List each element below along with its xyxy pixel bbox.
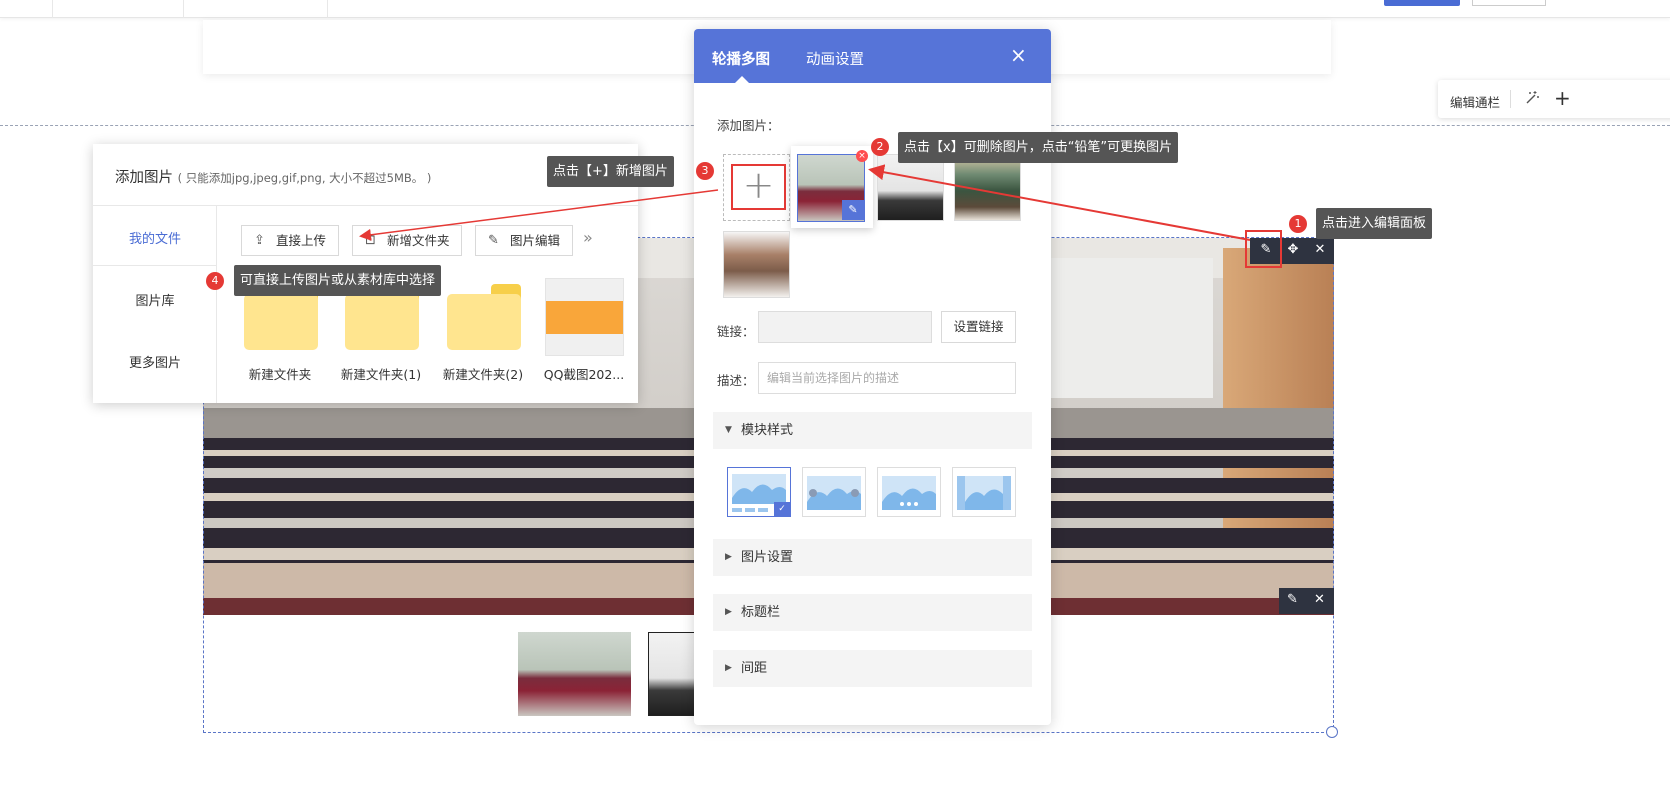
image-edit-button[interactable]: ✎ 图片编辑 xyxy=(475,225,573,256)
magic-wand-icon[interactable] xyxy=(1524,90,1540,110)
active-tab-indicator xyxy=(735,76,749,83)
carousel-thumbnail[interactable] xyxy=(648,632,696,716)
annotation-tooltip-2: 点击【x】可删除图片，点击“铅笔”可更换图片 xyxy=(898,132,1179,163)
button-label: 新增文件夹 xyxy=(387,233,450,248)
tab-animation-settings[interactable]: 动画设置 xyxy=(806,48,864,69)
sidebar-item-my-files[interactable]: 我的文件 xyxy=(93,228,217,247)
file-name: 新建文件夹(2) xyxy=(442,367,524,382)
top-primary-button[interactable] xyxy=(1384,0,1460,6)
carousel-thumbnail[interactable] xyxy=(518,632,631,716)
move-icon[interactable]: ✥ xyxy=(1279,242,1307,257)
image-file-item[interactable] xyxy=(545,278,624,356)
set-link-button[interactable]: 设置链接 xyxy=(941,311,1016,343)
panel-title: 添加图片 xyxy=(115,170,173,186)
file-name: 新建文件夹 xyxy=(248,367,312,382)
close-icon[interactable]: × xyxy=(1010,43,1027,67)
add-image-slot[interactable]: + xyxy=(723,154,790,221)
tab-carousel-images[interactable]: 轮播多图 xyxy=(712,48,770,69)
panel-subtitle: ( 只能添加jpg,jpeg,gif,png, 大小不超过5MB。 ) xyxy=(177,171,432,185)
style-option-1[interactable]: ✓ xyxy=(727,467,791,517)
sidebar-item-more-images[interactable]: 更多图片 xyxy=(93,352,217,371)
folder-item[interactable] xyxy=(447,284,521,350)
style-option-3[interactable] xyxy=(877,467,941,517)
plus-icon[interactable]: + xyxy=(731,164,786,210)
edit-icon: ✎ xyxy=(488,233,499,248)
resize-handle[interactable] xyxy=(1326,726,1338,738)
check-icon: ✓ xyxy=(774,502,790,516)
replace-image-pencil-icon[interactable]: ✎ xyxy=(842,200,864,220)
annotation-badge-2: 2 xyxy=(871,138,889,156)
add-image-title: 添加图片 ( 只能添加jpg,jpeg,gif,png, 大小不超过5MB。 ) xyxy=(115,166,431,187)
annotation-tooltip-4: 可直接上传图片或从素材库中选择 xyxy=(234,265,442,296)
pencil-icon[interactable]: ✎ xyxy=(1279,592,1306,607)
description-label: 描述： xyxy=(717,373,755,388)
section-label: 模块样式 xyxy=(741,423,794,438)
caret-right-icon: ▶ xyxy=(725,552,732,562)
double-chevron-right-icon[interactable]: » xyxy=(583,228,593,247)
annotation-badge-3: 3 xyxy=(696,162,714,180)
caret-right-icon: ▶ xyxy=(725,607,732,617)
style-option-2[interactable] xyxy=(802,467,866,517)
section-label: 间距 xyxy=(741,661,768,676)
section-title-bar[interactable]: ▶ 标题栏 xyxy=(713,594,1032,631)
toolbar-divider xyxy=(183,0,184,18)
image-thumbnail[interactable] xyxy=(877,154,944,221)
toolbar-divider xyxy=(327,0,328,18)
annotation-badge-1: 1 xyxy=(1289,215,1307,233)
divider xyxy=(93,265,217,266)
description-input[interactable]: 编辑当前选择图片的描述 xyxy=(758,362,1016,394)
slide-toolbar: ✎ ✕ xyxy=(1279,588,1334,614)
section-spacing[interactable]: ▶ 间距 xyxy=(713,650,1032,687)
caret-right-icon: ▶ xyxy=(725,663,732,673)
edit-banner-button[interactable]: 编辑通栏 xyxy=(1450,92,1500,111)
close-icon[interactable]: ✕ xyxy=(1306,242,1334,257)
image-thumbnail[interactable] xyxy=(954,154,1021,221)
toolbar-divider xyxy=(52,0,53,18)
button-label: 直接上传 xyxy=(276,233,327,248)
toolbar-divider xyxy=(1510,90,1511,108)
caret-down-icon: ▼ xyxy=(725,425,732,435)
annotation-badge-4: 4 xyxy=(206,272,224,290)
add-images-label: 添加图片： xyxy=(717,118,780,133)
file-name: 新建文件夹(1) xyxy=(340,367,422,382)
new-folder-button[interactable]: ⊡ 新增文件夹 xyxy=(352,225,462,256)
file-name: QQ截图202... xyxy=(543,367,625,382)
link-input[interactable] xyxy=(758,311,932,343)
button-label: 图片编辑 xyxy=(510,233,561,248)
section-label: 图片设置 xyxy=(741,550,794,565)
section-module-style[interactable]: ▼ 模块样式 xyxy=(713,412,1032,449)
upload-icon: ⇪ xyxy=(254,233,265,248)
upload-button[interactable]: ⇪ 直接上传 xyxy=(241,225,339,256)
annotation-tooltip-3: 点击【+】新增图片 xyxy=(547,156,674,187)
section-label: 标题栏 xyxy=(741,605,781,620)
panel-header: 轮播多图 动画设置 × xyxy=(694,29,1051,83)
close-icon[interactable]: ✕ xyxy=(1306,592,1333,607)
annotation-tooltip-1: 点击进入编辑面板 xyxy=(1316,208,1433,239)
style-option-4[interactable] xyxy=(952,467,1016,517)
delete-image-icon[interactable]: × xyxy=(856,150,868,162)
file-source-sidebar: 我的文件 图片库 更多图片 xyxy=(93,206,217,403)
section-image-settings[interactable]: ▶ 图片设置 xyxy=(713,539,1032,576)
new-folder-icon: ⊡ xyxy=(365,233,376,248)
annotation-highlight xyxy=(1245,230,1282,268)
image-thumbnail[interactable] xyxy=(723,231,790,298)
sidebar-item-image-library[interactable]: 图片库 xyxy=(93,290,217,309)
top-secondary-button[interactable] xyxy=(1472,0,1546,6)
link-label: 链接： xyxy=(717,324,755,339)
edit-banner-toolbar: 编辑通栏 + xyxy=(1438,80,1670,118)
plus-icon[interactable]: + xyxy=(1554,86,1571,110)
